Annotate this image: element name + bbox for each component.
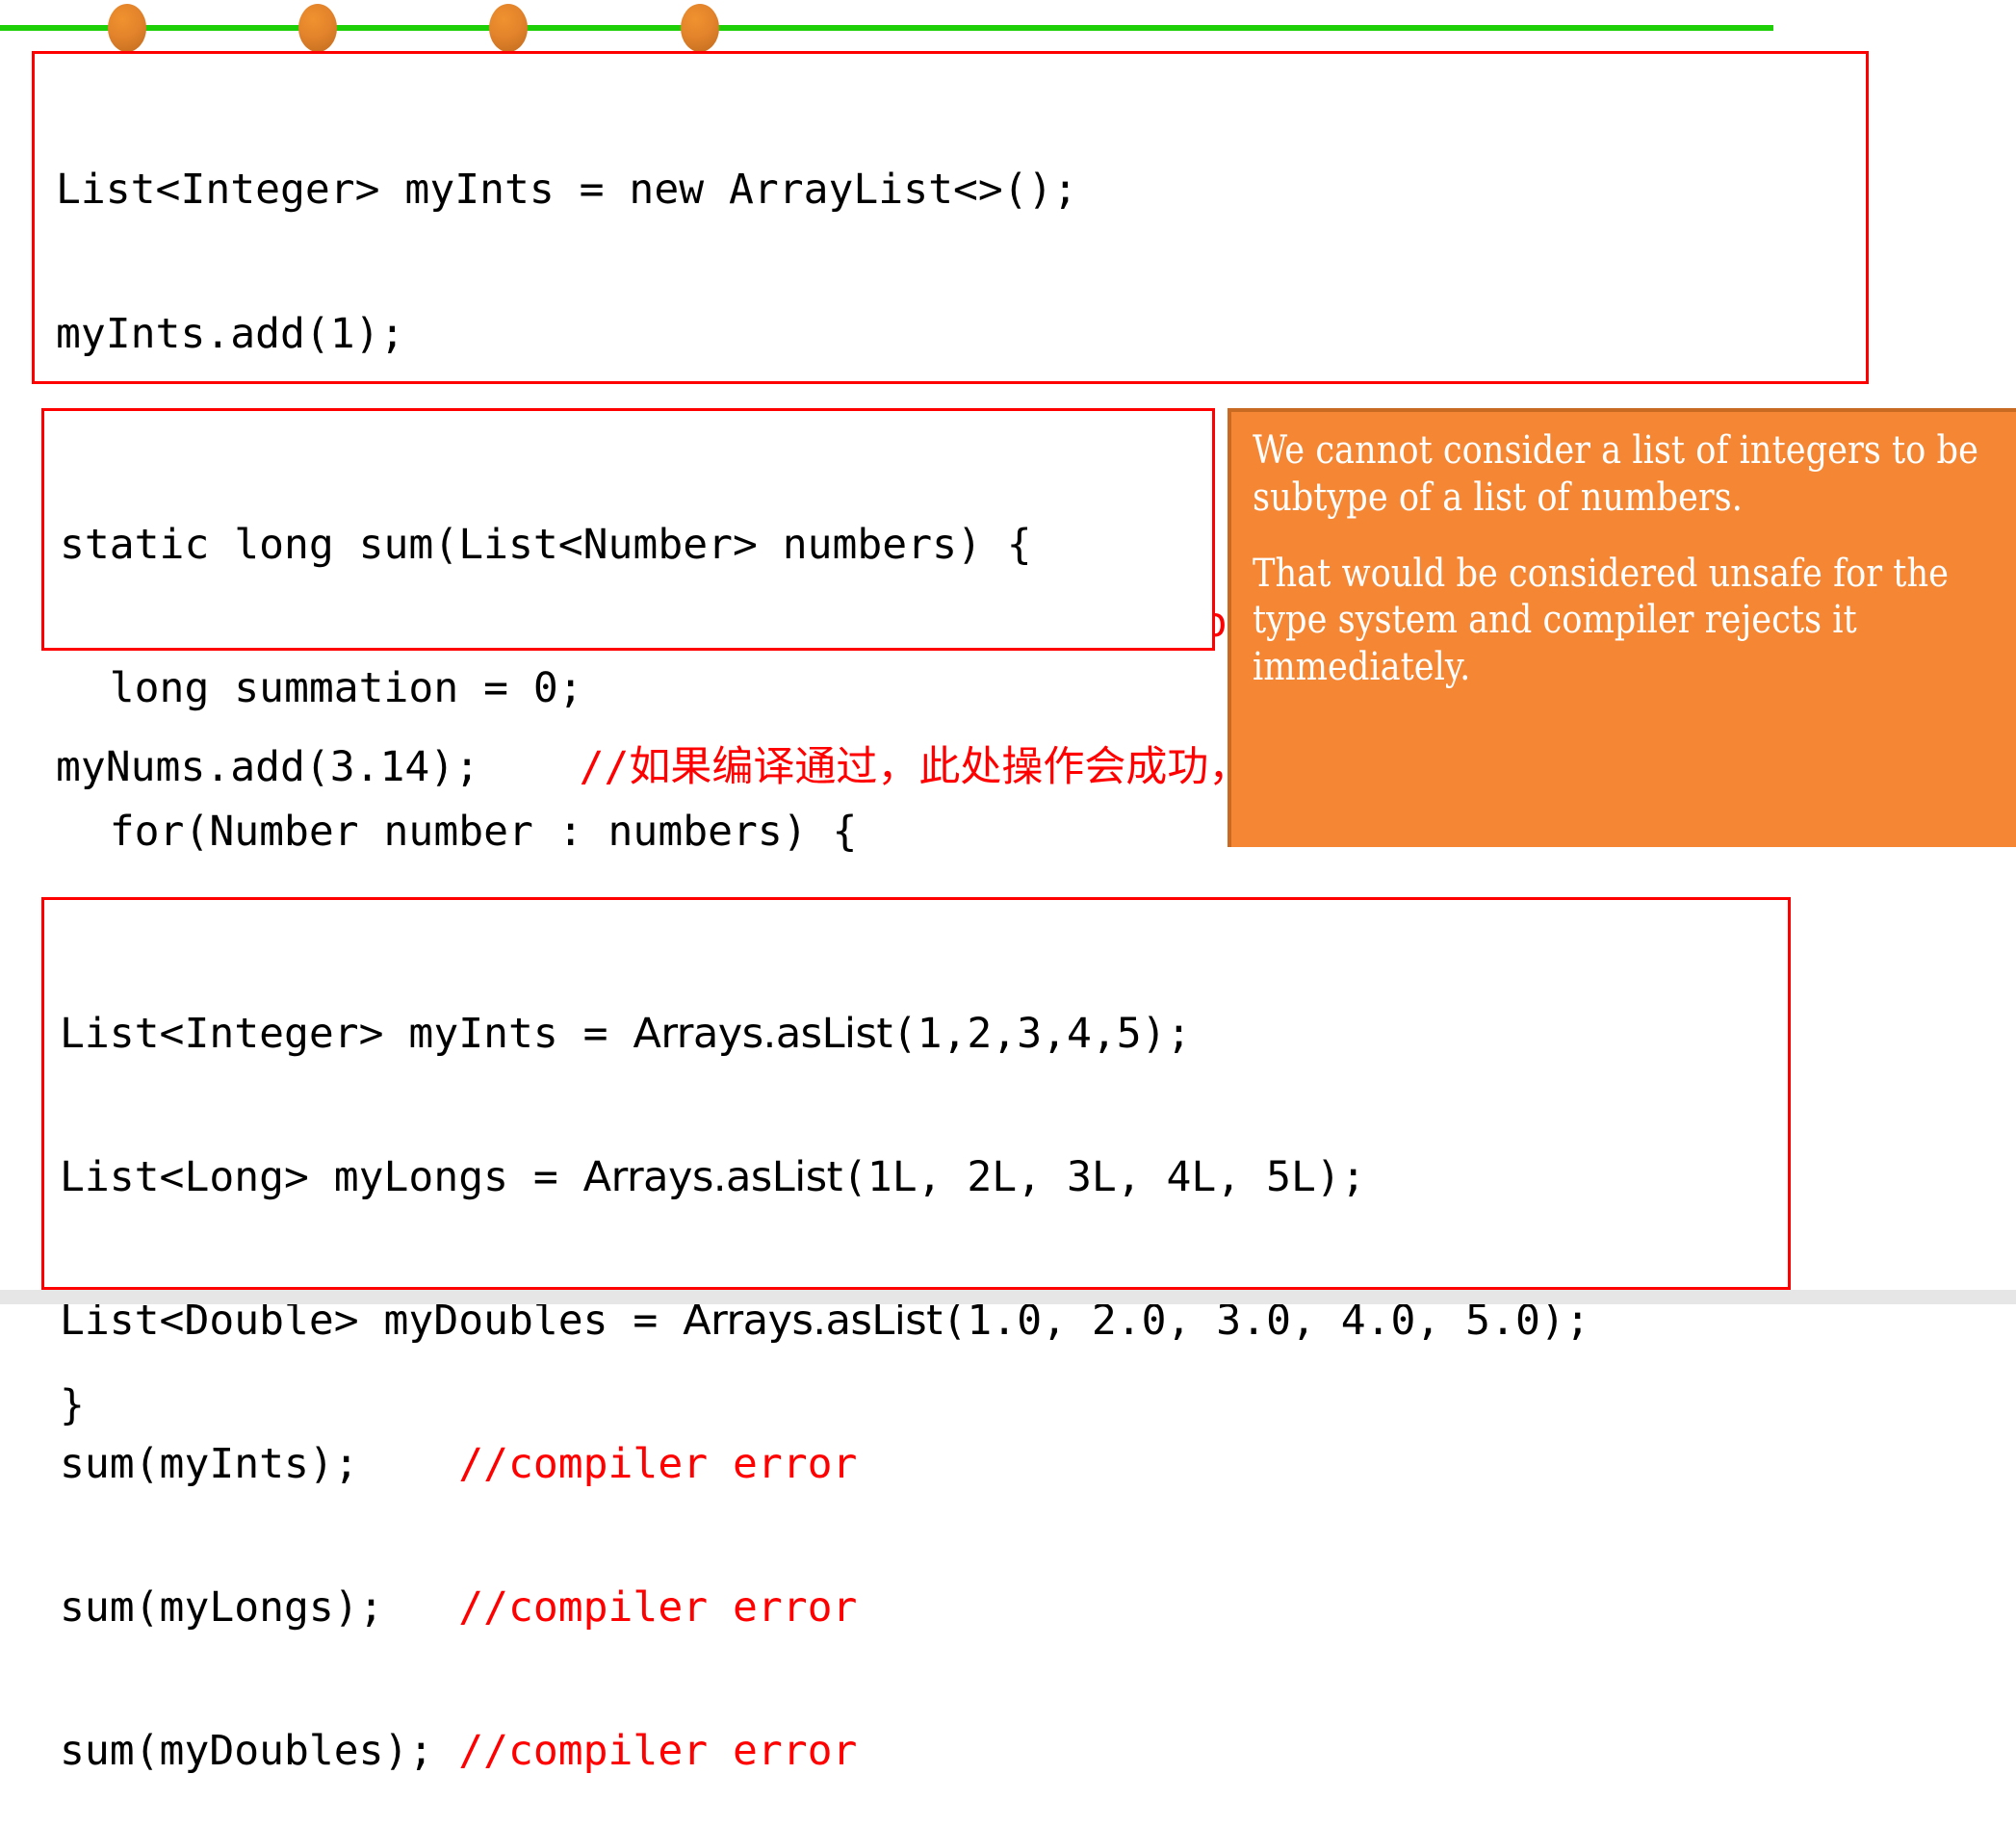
code-text: List<Long> myLongs = [60,1153,583,1201]
code-text: long summation = 0; [60,664,583,712]
code-line: List<Double> myDoubles = Arrays.asList(1… [60,1300,1788,1348]
code-line: sum(myLongs); //compiler error [60,1587,1788,1634]
code-text-proportional: Arrays.asList [633,1010,892,1058]
code-line: } [60,1385,1212,1432]
code-text: sum(myLongs); [60,1583,459,1632]
code-comment: //compiler error [458,1440,858,1488]
callout-paragraph-1: We cannot consider a list of integers to… [1253,428,1978,520]
code-line: static long sum(List<Number> numbers) { [60,525,1212,572]
decorative-header-rule [0,0,2016,52]
code-text-proportional: Arrays.asList [582,1153,843,1201]
code-block-sum-method: static long sum(List<Number> numbers) { … [41,408,1215,1427]
code-text: (1,2,3,4,5); [892,1010,1192,1058]
code-line: sum(myInts); //compiler error [60,1444,1788,1491]
code-text: } [60,1381,85,1429]
code-text: static long sum(List<Number> numbers) { [60,521,1032,569]
code-line: List<Long> myLongs = Arrays.asList(1L, 2… [60,1157,1788,1204]
code-line: List<Integer> myInts = Arrays.asList(1,2… [60,1014,1788,1061]
code-line: myInts.add(1); [56,314,1866,362]
callout-paragraph-gap [1253,522,2012,551]
decorative-dot-2 [298,4,337,52]
code-text: sum(myDoubles); [60,1727,459,1775]
explanation-callout: We cannot consider a list of integers to… [1228,408,2016,847]
code-text: List<Integer> myInts = [60,1010,633,1058]
code-block-sum-invocations: List<Integer> myInts = Arrays.asList(1,2… [41,897,1791,1772]
code-comment: //compiler error [458,1727,858,1775]
code-text: (1L, 2L, 3L, 4L, 5L); [841,1153,1366,1201]
bottom-status-bar [0,1290,2016,1304]
green-divider-line [0,25,1773,31]
code-line: sum(myDoubles); //compiler error [60,1731,1788,1778]
decorative-dot-1 [108,4,146,52]
decorative-dot-3 [489,4,528,52]
code-text: List<Integer> myInts = new ArrayList<>()… [56,166,1078,214]
code-text: myInts.add(1); [56,310,405,358]
code-line: long summation = 0; [60,668,1212,715]
callout-paragraph-2: That would be considered unsafe for the … [1253,551,1949,690]
decorative-dot-4 [681,4,719,52]
code-text: for(Number number : numbers) { [60,808,858,856]
code-line: for(Number number : numbers) { [60,811,1212,859]
code-line: List<Integer> myInts = new ArrayList<>()… [56,169,1866,218]
code-block-covariance-example: List<Integer> myInts = new ArrayList<>()… [32,51,1869,788]
code-text: sum(myInts); [60,1440,459,1488]
code-comment: //compiler error [458,1583,858,1632]
